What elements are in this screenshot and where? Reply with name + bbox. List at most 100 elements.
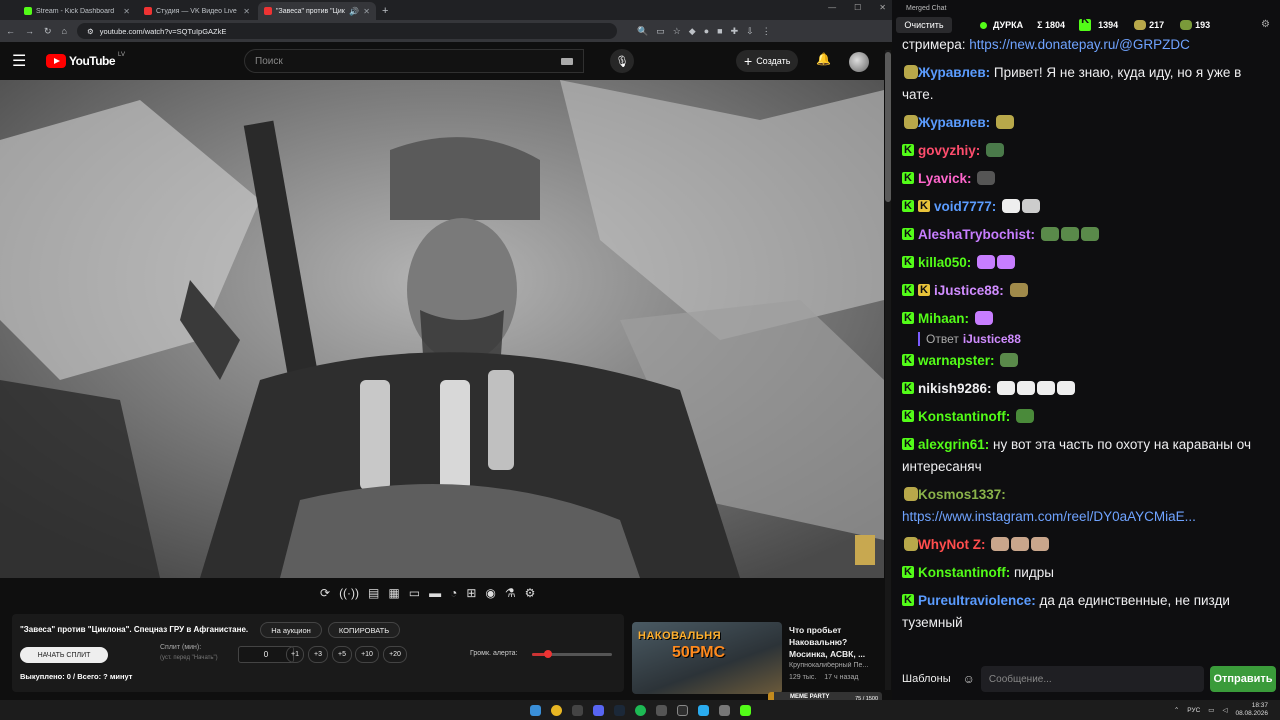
app-icon[interactable] — [655, 704, 667, 716]
recommended-video-thumbnail[interactable]: НАКОВАЛЬНЯ 50РМС — [632, 622, 782, 694]
chat-username[interactable]: Mihaan — [918, 311, 965, 326]
chat-username[interactable]: WhyNot Z — [918, 537, 981, 552]
chrome-icon[interactable] — [550, 704, 562, 716]
app-icon[interactable] — [571, 704, 583, 716]
chat-username[interactable]: PureuItraviolence — [918, 593, 1031, 608]
speed-icon[interactable]: ◔ — [450, 586, 457, 600]
chat-username[interactable]: void7777 — [934, 199, 992, 214]
flask-icon[interactable]: ⚗ — [505, 586, 516, 600]
chat-username[interactable]: Kosmos1337 — [918, 487, 1001, 502]
tab-youtube-video[interactable]: "Завеса" против "Циклона" 🔊 ✕ — [258, 2, 376, 20]
resize-icon[interactable]: ▭ — [409, 586, 420, 600]
chat-username[interactable]: Журавлев — [918, 115, 986, 130]
minimize-icon[interactable]: — — [828, 3, 836, 12]
send-button[interactable]: Отправить — [1210, 666, 1276, 692]
close-window-icon[interactable]: ✕ — [879, 3, 886, 12]
voice-search-button[interactable]: 🎙 — [610, 49, 634, 73]
spotify-icon[interactable] — [634, 704, 646, 716]
emoji-icon[interactable]: ☺ — [963, 672, 975, 686]
chat-username[interactable]: warnapster — [918, 353, 990, 368]
recommended-video-title[interactable]: Что пробьет Наковальню? Мосинка, АСВК, .… — [789, 624, 881, 660]
add-video-icon[interactable]: ⊞ — [466, 586, 476, 600]
message-input[interactable]: Сообщение... — [980, 666, 1204, 692]
notifications-bell-icon[interactable]: 🔔 — [816, 52, 831, 66]
create-button[interactable]: + Создать — [736, 50, 799, 72]
chat-username[interactable]: iJustice88 — [934, 283, 999, 298]
recommended-video-channel[interactable]: Крупнокалиберный Пе... — [789, 662, 881, 669]
home-icon[interactable]: ⌂ — [62, 26, 67, 36]
avatar[interactable] — [849, 52, 869, 72]
maximize-icon[interactable]: ☐ — [854, 3, 861, 12]
search-input[interactable]: Поиск — [244, 49, 584, 73]
scrollbar-thumb[interactable] — [885, 52, 891, 202]
bookmark-icon[interactable]: ☆ — [673, 26, 681, 37]
extension-icon[interactable]: ● — [704, 26, 709, 37]
extension-icon[interactable]: ◆ — [689, 26, 696, 37]
chat-username[interactable]: govyzhiy — [918, 143, 976, 158]
chat-username[interactable]: Konstantinoff — [918, 565, 1006, 580]
chat-username[interactable]: alexgrin61 — [918, 437, 985, 452]
chat-username[interactable]: Lyavick — [918, 171, 967, 186]
chat-username[interactable]: nikish9286 — [918, 381, 987, 396]
telegram-icon[interactable] — [697, 704, 709, 716]
clapper-icon[interactable]: ▦ — [388, 586, 399, 600]
settings-gear-icon[interactable]: ⚙ — [525, 586, 536, 600]
clock[interactable]: 18:37 08.08.2026 — [1235, 702, 1268, 718]
increment-10-button[interactable]: +10 — [355, 646, 379, 663]
alert-volume-knob[interactable] — [544, 650, 552, 658]
close-icon[interactable]: ✕ — [123, 7, 130, 16]
chat-username[interactable]: killa050 — [918, 255, 967, 270]
back-icon[interactable]: ← — [6, 26, 15, 36]
chat-username[interactable]: AleshaTrybochist — [918, 227, 1031, 242]
increment-1-button[interactable]: +1 — [286, 646, 304, 663]
volume-icon[interactable]: ◁ — [1222, 706, 1227, 714]
increment-20-button[interactable]: +20 — [383, 646, 407, 663]
loop-icon[interactable]: ⟳ — [320, 586, 330, 600]
extension-icon[interactable]: ■ — [717, 26, 722, 37]
broadcast-icon[interactable]: ((·)) — [339, 586, 359, 600]
zoom-icon[interactable]: 🔍 — [637, 26, 648, 37]
download-icon[interactable]: ⇩ — [746, 26, 754, 37]
chevron-up-icon[interactable]: ⌃ — [1174, 706, 1179, 714]
cast-icon[interactable]: ▭ — [656, 26, 665, 37]
auction-button[interactable]: На аукцион — [260, 622, 322, 638]
speaker-icon[interactable]: 🔊 — [349, 7, 359, 16]
puzzle-icon[interactable]: ✚ — [731, 26, 739, 37]
copy-button[interactable]: КОПИРОВАТЬ — [328, 622, 400, 638]
new-tab-button[interactable]: + — [382, 2, 388, 20]
reload-icon[interactable]: ↻ — [44, 26, 52, 37]
reply-context[interactable]: Ответ iJustice88 — [918, 332, 1270, 346]
queue-icon[interactable]: ▤ — [368, 586, 379, 600]
chat-link[interactable]: https://new.donatepay.ru/@GRPZDC — [969, 37, 1190, 52]
close-icon[interactable]: ✕ — [363, 7, 370, 16]
steam-icon[interactable] — [613, 704, 625, 716]
menu-dots-icon[interactable]: ⋮ — [762, 26, 771, 37]
clear-chat-button[interactable]: Очистить — [896, 17, 952, 33]
screenshot-icon[interactable]: ◉ — [485, 586, 495, 600]
menu-icon[interactable]: ☰ — [12, 51, 34, 71]
chat-username[interactable]: Журавлев — [918, 65, 986, 80]
video-player[interactable] — [0, 80, 884, 578]
start-icon[interactable] — [529, 704, 541, 716]
tab-vk-studio[interactable]: Студия — VK Видео Live ✕ — [138, 2, 256, 20]
close-icon[interactable]: ✕ — [243, 7, 250, 16]
keyboard-icon[interactable] — [561, 58, 573, 65]
site-info-icon[interactable]: ⚙ — [87, 27, 94, 36]
keyboard-language[interactable]: РУС — [1187, 707, 1200, 714]
kick-icon[interactable] — [739, 704, 751, 716]
forward-icon[interactable]: → — [25, 26, 34, 36]
increment-5-button[interactable]: +5 — [332, 646, 352, 663]
app-icon[interactable] — [718, 704, 730, 716]
obs-icon[interactable] — [676, 704, 688, 716]
templates-button[interactable]: Шаблоны — [896, 673, 957, 685]
theater-icon[interactable]: ▬ — [429, 586, 441, 600]
increment-3-button[interactable]: +3 — [308, 646, 328, 663]
tab-kick-dashboard[interactable]: Stream - Kick Dashboard ✕ — [18, 2, 136, 20]
chat-link[interactable]: https://www.instagram.com/reel/DY0aAYCMi… — [902, 509, 1196, 524]
start-split-button[interactable]: НАЧАТЬ СПЛИТ — [20, 647, 108, 663]
youtube-logo[interactable]: YouTube LV — [46, 52, 125, 68]
url-field[interactable]: ⚙ youtube.com/watch?v=SQTuIpGAZkE — [76, 23, 617, 39]
chat-username[interactable]: Konstantinoff — [918, 409, 1006, 424]
chat-settings-icon[interactable]: ⚙ — [1261, 19, 1270, 30]
discord-icon[interactable] — [592, 704, 604, 716]
